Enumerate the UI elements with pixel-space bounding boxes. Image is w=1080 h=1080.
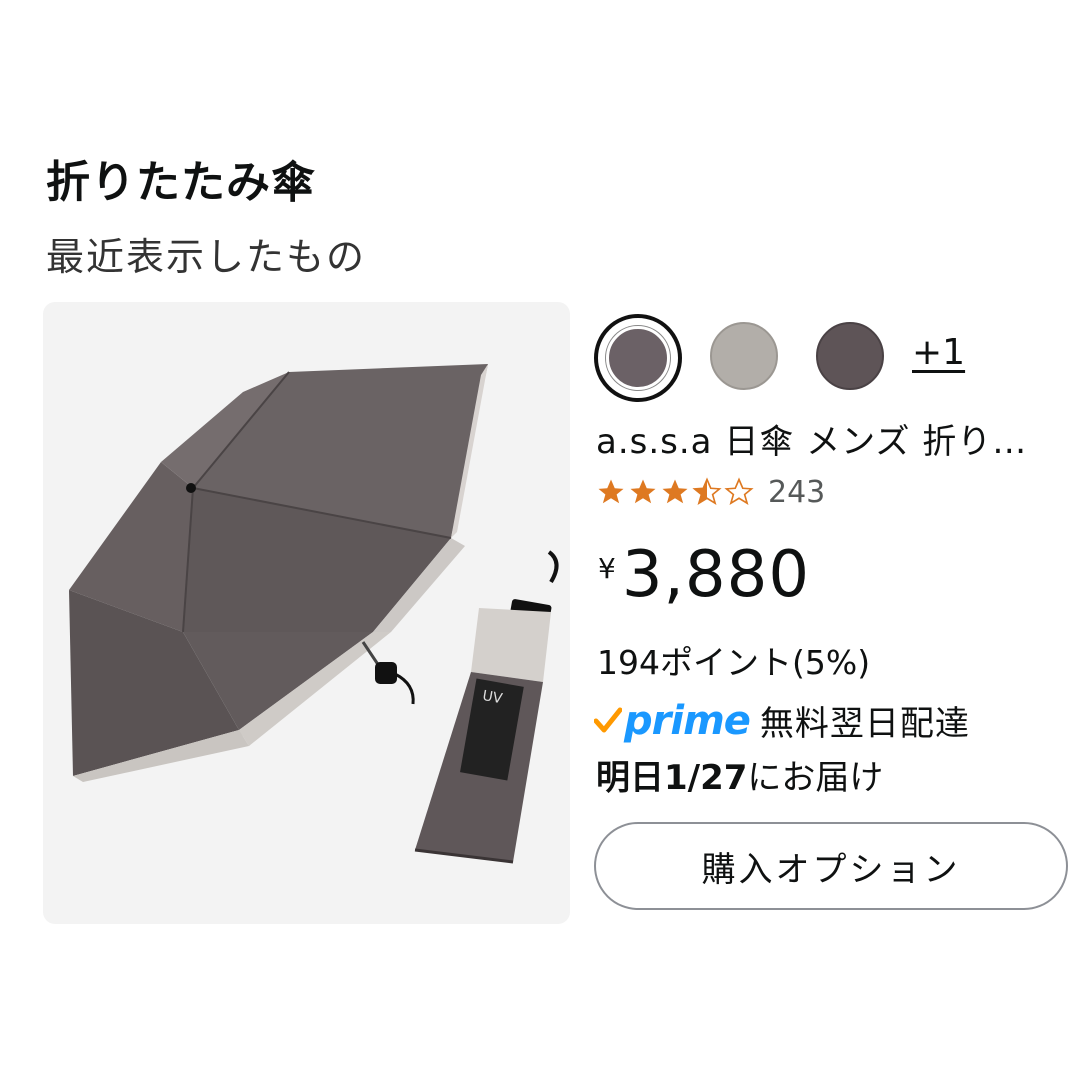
- swatch-color-2[interactable]: [710, 322, 778, 390]
- color-swatches: +1: [594, 314, 1014, 402]
- umbrella-illustration: UV: [69, 364, 559, 864]
- rating[interactable]: 243: [596, 472, 825, 512]
- star-half-icon: [692, 477, 722, 506]
- buy-options-button[interactable]: 購入オプション: [594, 822, 1068, 910]
- prime-logo: prime: [594, 697, 751, 744]
- delivery-text: 無料翌日配達: [759, 704, 970, 744]
- product-title[interactable]: a.s.s.a 日傘 メンズ 折り…: [596, 414, 1046, 463]
- star-empty-icon: [724, 477, 754, 506]
- product-image[interactable]: UV: [43, 302, 570, 924]
- delivery-date-suffix: にお届け: [747, 758, 884, 798]
- review-count: 243: [768, 474, 826, 510]
- price: ¥ 3,880: [598, 538, 810, 612]
- prime-delivery: prime 無料翌日配達: [594, 696, 970, 745]
- swatch-color-1: [606, 326, 670, 390]
- swatch-color-3[interactable]: [816, 322, 884, 390]
- star-full-icon: [598, 479, 624, 504]
- price-value: 3,880: [621, 538, 811, 612]
- prime-label: prime: [624, 697, 751, 744]
- delivery-date: 明日1/27にお届け: [596, 750, 883, 799]
- star-rating: [596, 477, 756, 507]
- swatch-selected[interactable]: [594, 314, 682, 402]
- delivery-date-bold: 明日1/27: [596, 758, 748, 798]
- prime-check-icon: [594, 707, 622, 732]
- page-title: 折りたたみ傘: [46, 157, 316, 208]
- more-colors-link[interactable]: +1: [912, 332, 965, 373]
- star-full-icon: [662, 479, 688, 504]
- star-full-icon: [630, 479, 656, 504]
- points-text: 194ポイント(5%): [597, 643, 871, 682]
- price-currency: ¥: [598, 552, 616, 585]
- page-subtitle: 最近表示したもの: [46, 235, 367, 279]
